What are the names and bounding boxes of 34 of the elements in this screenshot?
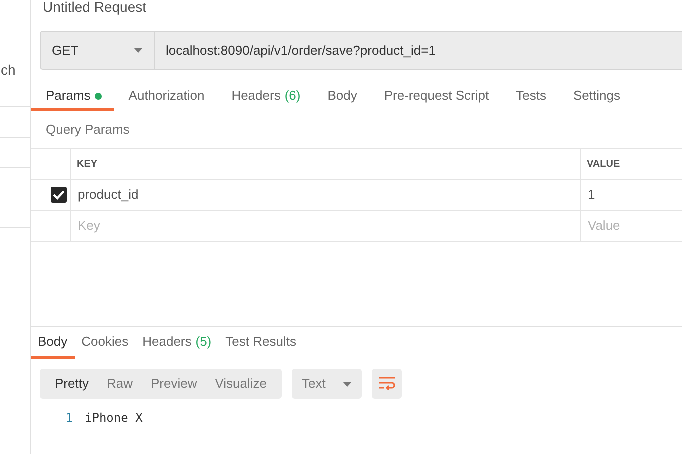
request-tab[interactable]: Body [312,84,370,111]
param-value[interactable]: 1 [588,185,596,205]
content-type-dropdown[interactable]: Text [292,369,362,399]
request-tab[interactable]: Params [31,84,114,111]
request-tab[interactable]: Pre-request Script [369,84,502,111]
value-field[interactable]: Value [581,211,682,241]
section-title: Query Params [46,121,130,140]
sidebar-text: ch [1,61,16,80]
request-tab[interactable]: Settings [558,84,632,111]
wrap-lines-icon [379,377,396,391]
response-tab[interactable]: Test Results [218,328,304,359]
column-header: VALUE [587,158,620,172]
caret-icon [343,382,352,386]
request-tab[interactable]: Authorization [114,84,217,111]
line-number: 1 [64,410,73,427]
response-tab[interactable]: Headers (5) [136,328,219,359]
response-tab[interactable]: Body [31,328,75,359]
wrap-lines-button[interactable] [372,369,402,399]
param-key[interactable]: product_id [78,185,139,205]
format-button[interactable]: Raw [98,369,142,399]
checkbox[interactable] [50,187,66,203]
url-field[interactable]: localhost:8090/api/v1/order/save?product_id=1 [155,31,682,70]
code-line: iPhone X [85,410,143,427]
column-header: KEY [77,158,98,172]
response-tab[interactable]: Cookies [74,328,136,359]
key-field[interactable]: Key [71,211,581,241]
format-button[interactable]: Pretty [46,369,98,399]
request-tab[interactable]: Headers (6) [216,84,313,111]
request-tab[interactable]: Tests [501,84,558,111]
format-button[interactable]: Visualize [206,369,276,399]
request-title: Untitled Request [43,0,147,14]
method-dropdown[interactable]: GET [40,31,155,70]
caret-icon [134,48,143,53]
format-button[interactable]: Preview [142,369,206,399]
